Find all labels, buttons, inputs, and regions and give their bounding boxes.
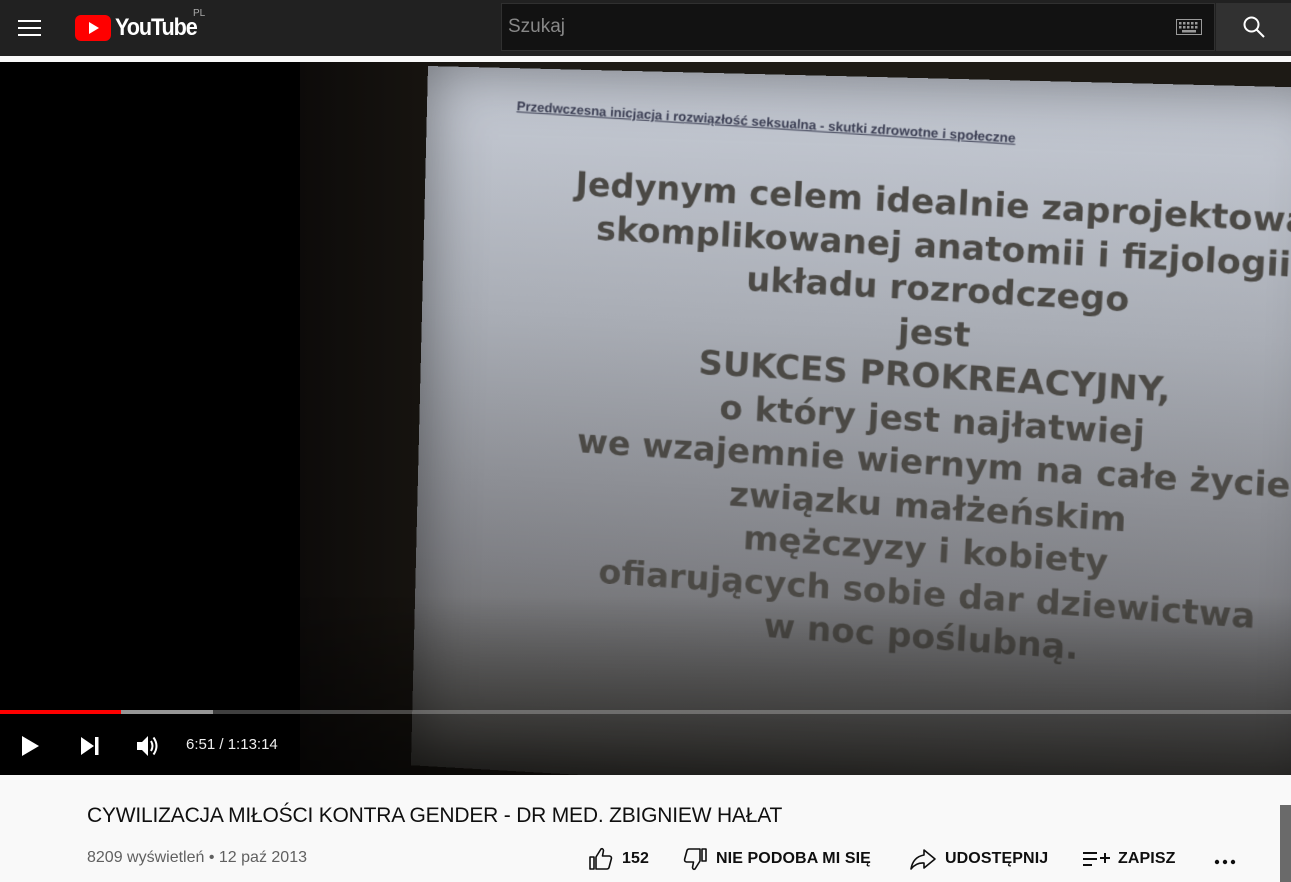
playlist-add-icon <box>1083 852 1110 866</box>
like-count: 152 <box>622 850 649 867</box>
player-controls: 6:51 / 1:13:14 <box>0 722 1291 770</box>
search-button[interactable] <box>1216 3 1291 51</box>
slide-text: Jedynym celem idealnie zaprojektowanej s… <box>555 163 1291 686</box>
progress-bar[interactable] <box>0 710 1291 714</box>
slide-header: Przedwczesna inicjacja i rozwiązłość sek… <box>516 98 1017 146</box>
youtube-logo[interactable]: YouTube <box>75 12 206 44</box>
volume-icon <box>137 736 158 756</box>
presentation-slide: Przedwczesna inicjacja i rozwiązłość sek… <box>410 66 1291 775</box>
search-icon <box>1243 16 1265 38</box>
dislike-label: NIE PODOBA MI SIĘ <box>716 850 871 867</box>
next-button[interactable] <box>72 728 108 764</box>
view-count: 8209 wyświetleń <box>87 849 205 866</box>
save-button[interactable]: ZAPISZ <box>1082 845 1176 873</box>
search-box <box>501 3 1215 51</box>
play-icon <box>22 736 39 756</box>
progress-played <box>0 710 121 714</box>
keyboard-icon[interactable] <box>1176 19 1202 35</box>
meta-separator: • <box>204 849 219 866</box>
hamburger-menu-icon <box>18 20 41 36</box>
time-separator: / <box>215 736 228 753</box>
time-display: 6:51 / 1:13:14 <box>186 736 278 753</box>
video-info: CYWILIZACJA MIŁOŚCI KONTRA GENDER - DR M… <box>0 775 1291 882</box>
mute-button[interactable] <box>131 728 167 764</box>
current-time: 6:51 <box>186 736 216 753</box>
thumbs-up-icon <box>589 847 613 870</box>
share-button[interactable]: UDOSTĘPNIJ <box>909 845 1048 873</box>
youtube-play-logo-icon <box>75 15 111 41</box>
dislike-button[interactable]: NIE PODOBA MI SIĘ <box>682 845 871 873</box>
sidebar-thumbnail-edge <box>1280 805 1291 882</box>
guide-menu-button[interactable] <box>10 8 50 48</box>
duration: 1:13:14 <box>227 736 278 753</box>
skip-next-icon <box>81 737 99 755</box>
save-label: ZAPISZ <box>1118 850 1176 867</box>
country-code: PL <box>193 8 206 19</box>
thumbs-down-icon <box>683 848 707 871</box>
play-button[interactable] <box>12 728 48 764</box>
share-icon <box>910 849 936 870</box>
upload-date: 12 paź 2013 <box>218 849 307 866</box>
search-input[interactable] <box>508 12 1168 42</box>
youtube-logo-wordmark: YouTube <box>115 14 198 41</box>
more-horizontal-icon <box>1214 859 1236 865</box>
share-label: UDOSTĘPNIJ <box>945 850 1049 867</box>
masthead: YouTube PL <box>0 0 1291 56</box>
like-button[interactable]: 152 <box>588 845 649 873</box>
video-title: CYWILIZACJA MIŁOŚCI KONTRA GENDER - DR M… <box>87 804 783 827</box>
video-player[interactable]: Przedwczesna inicjacja i rozwiązłość sek… <box>0 62 1291 775</box>
more-actions-button[interactable] <box>1212 845 1238 873</box>
video-metadata: 8209 wyświetleń • 12 paź 2013 <box>87 849 307 867</box>
